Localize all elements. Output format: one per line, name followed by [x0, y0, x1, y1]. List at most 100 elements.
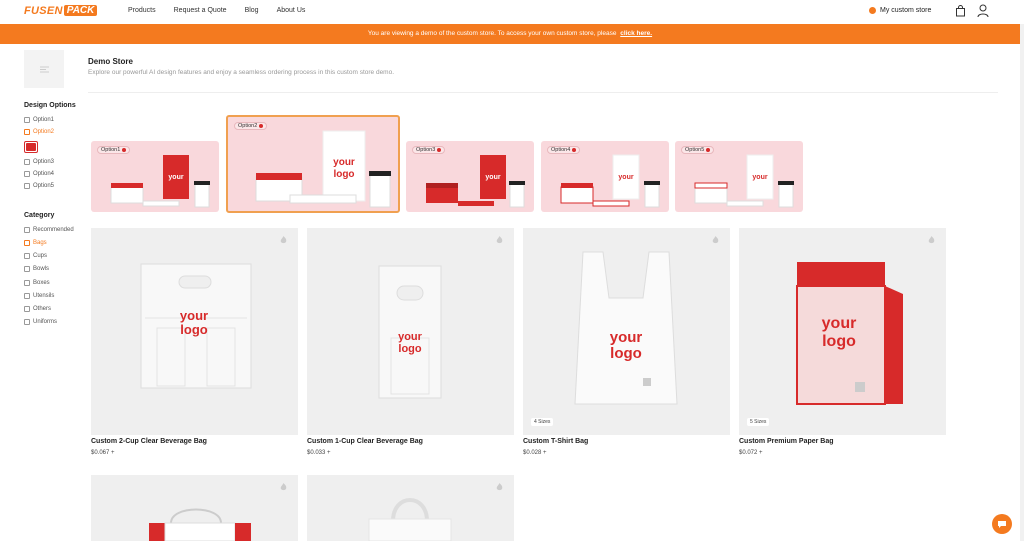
design-option-3[interactable]: Option3 [24, 159, 54, 165]
shopping-bag-illustration [149, 508, 251, 541]
logo-print-word: logo [398, 343, 421, 355]
size-badge: 5 Sizes [747, 418, 770, 426]
design-option-4[interactable]: Option4 [24, 171, 54, 177]
category-boxes[interactable]: Boxes [24, 280, 50, 286]
nav-blog[interactable]: Blog [245, 7, 259, 14]
color-dot [572, 148, 577, 152]
logo-text-2: PACK [63, 5, 98, 16]
divider [88, 92, 998, 93]
product-price: $0.072 + [739, 450, 763, 456]
page-scrollbar[interactable] [1020, 0, 1024, 541]
nav-request-quote[interactable]: Request a Quote [174, 7, 227, 14]
category-others[interactable]: Others [24, 306, 51, 312]
store-thumbnail [24, 50, 64, 88]
box-icon [24, 280, 30, 286]
product-name[interactable]: Custom 2-Cup Clear Beverage Bag [91, 438, 207, 445]
option-tag-label: Option1 [101, 147, 121, 153]
color-swatch[interactable] [24, 141, 38, 153]
option-icon [24, 183, 30, 189]
option-tag-label: Option3 [416, 147, 436, 153]
uniform-icon [24, 319, 30, 325]
image-placeholder-icon [39, 66, 49, 72]
category-heading: Category [24, 212, 55, 219]
category-bags[interactable]: Bags [24, 240, 47, 246]
flame-icon [496, 483, 503, 491]
swatch-fill [26, 143, 36, 151]
category-cups[interactable]: Cups [24, 253, 47, 259]
svg-text:your: your [333, 157, 355, 168]
user-icon[interactable] [977, 4, 989, 18]
option-card-5[interactable]: Option5 your [675, 141, 803, 212]
category-bowls[interactable]: Bowls [24, 266, 49, 272]
category-recommended[interactable]: Recommended [24, 227, 74, 233]
option-mockup-image: yourlogo [255, 130, 391, 208]
product-image-tshirt-bag[interactable]: your logo 4 Sizes [523, 228, 730, 435]
product-image-white-bag[interactable] [307, 475, 514, 541]
clear-bag-illustration: your logo [140, 263, 252, 389]
chat-button[interactable] [992, 514, 1012, 534]
product-name[interactable]: Custom 1-Cup Clear Beverage Bag [307, 438, 423, 445]
bag-icon [24, 240, 30, 246]
category-label: Boxes [33, 280, 50, 286]
option-tag: Option2 [234, 122, 268, 130]
option-tag: Option4 [547, 146, 581, 154]
product-image-1cup-bag[interactable]: your logo [307, 228, 514, 435]
store-icon [869, 7, 876, 14]
design-option-2[interactable]: Option2 [24, 129, 54, 135]
my-custom-store-label: My custom store [880, 7, 932, 14]
my-custom-store-link[interactable]: My custom store [869, 7, 931, 14]
color-dot [259, 124, 264, 128]
product-price: $0.033 + [307, 450, 331, 456]
category-label: Cups [33, 253, 48, 259]
design-option-label: Option1 [33, 117, 55, 123]
cup-icon [24, 253, 30, 259]
logo-print-word: your [398, 331, 423, 343]
product-name[interactable]: Custom Premium Paper Bag [739, 438, 834, 445]
product-image-paper-bag[interactable]: your logo 5 Sizes [739, 228, 946, 435]
category-label: Utensils [33, 293, 55, 299]
product-price: $0.067 + [91, 450, 115, 456]
banner-click-here-link[interactable]: click here. [620, 30, 652, 37]
option-icon [24, 159, 30, 165]
color-dot [706, 148, 711, 152]
option-card-4[interactable]: Option4 your [541, 141, 669, 212]
svg-text:your: your [618, 174, 633, 181]
others-icon [24, 306, 30, 312]
option-card-1[interactable]: Option1 your [91, 141, 219, 212]
logo-print-word: your [610, 329, 643, 346]
logo-print-word: logo [822, 333, 856, 350]
product-name[interactable]: Custom T-Shirt Bag [523, 438, 588, 445]
design-option-1[interactable]: Option1 [24, 117, 54, 123]
category-utensils[interactable]: Utensils [24, 293, 54, 299]
category-label: Bags [33, 240, 47, 246]
flame-icon [712, 236, 719, 244]
category-label: Recommended [33, 227, 74, 233]
option-tag-label: Option2 [238, 123, 258, 129]
svg-text:your: your [752, 174, 767, 181]
recommended-icon [24, 227, 30, 233]
logo-print-word: your [180, 308, 208, 323]
product-image-2cup-bag[interactable]: your logo [91, 228, 298, 435]
product-image-red-bag[interactable] [91, 475, 298, 541]
option-card-3[interactable]: Option3 your [406, 141, 534, 212]
nav-about-us[interactable]: About Us [277, 7, 306, 14]
option-icon [24, 171, 30, 177]
design-option-label: Option3 [33, 159, 55, 165]
flame-icon [496, 236, 503, 244]
design-option-5[interactable]: Option5 [24, 183, 54, 189]
option-card-2[interactable]: Option2 your logo [226, 115, 400, 213]
bowl-icon [24, 266, 30, 272]
svg-text:your: your [485, 174, 500, 181]
flame-icon [280, 483, 287, 491]
fusenpack-logo[interactable]: FUSEN PACK [24, 4, 98, 17]
option-tag: Option3 [412, 146, 446, 154]
nav-products[interactable]: Products [128, 7, 156, 14]
option-tag: Option5 [681, 146, 715, 154]
cart-icon[interactable] [955, 5, 966, 17]
option-tag-label: Option5 [685, 147, 705, 153]
option-tag: Option1 [97, 146, 131, 154]
design-option-label: Option2 [33, 129, 55, 135]
product-price: $0.028 + [523, 450, 547, 456]
logo-text-1: FUSEN [24, 4, 63, 17]
category-uniforms[interactable]: Uniforms [24, 319, 57, 325]
